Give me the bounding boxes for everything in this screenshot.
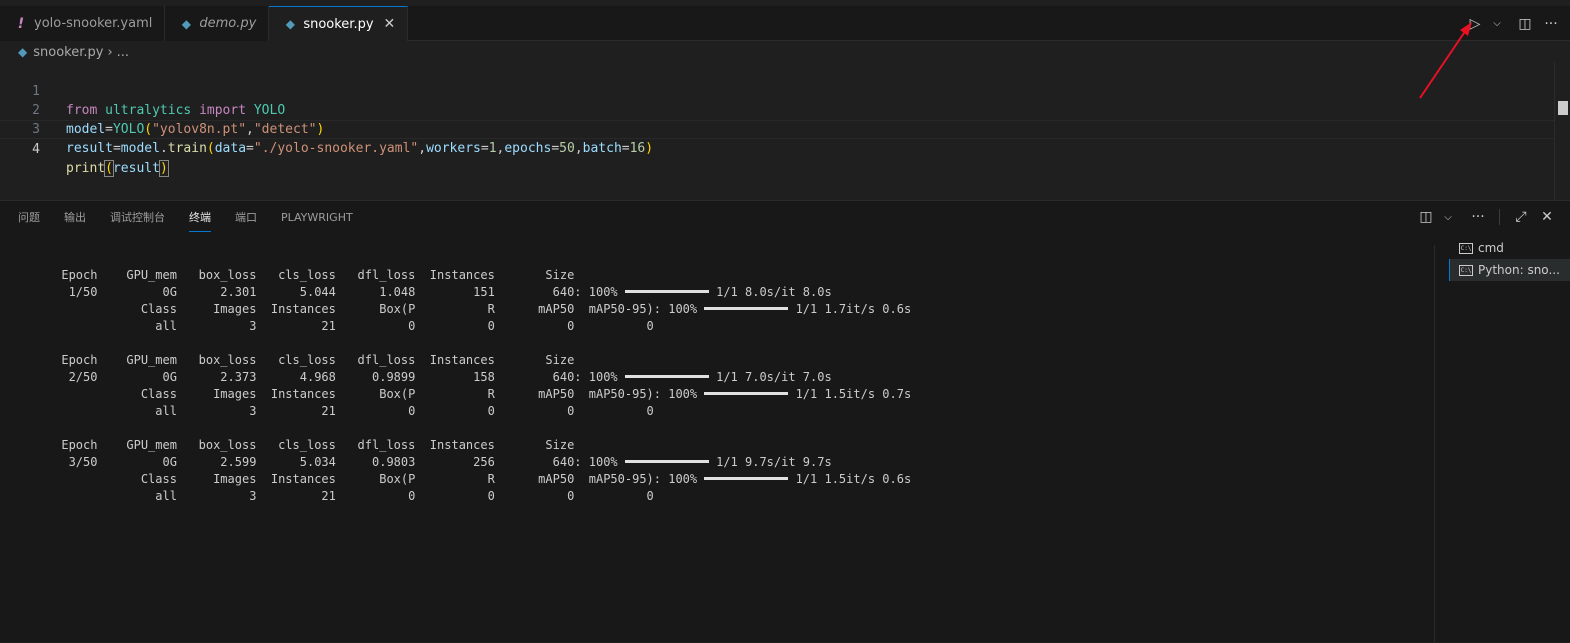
code-line: 1 from ultralytics import YOLO [0,63,1554,118]
chevron-down-icon[interactable]: ⌵ [1443,212,1453,223]
progress-bar [704,307,789,310]
train-row: 2/50 0G 2.373 4.968 0.9899 158 640: 100%… [18,370,832,384]
val-result-row: all 3 21 0 0 0 0 [18,489,654,503]
editor-actions: ▷ ⌵ ◫ ··· [1466,6,1560,41]
progress-bar [704,477,789,480]
more-actions-icon[interactable]: ··· [1542,16,1560,32]
chevron-down-icon[interactable]: ⌵ [1492,18,1502,29]
terminal-session-label: Python: sno... [1478,263,1560,277]
epoch-block: Epoch GPU_mem box_loss cls_loss dfl_loss… [18,437,1418,505]
tab-output[interactable]: 输出 [64,209,86,231]
editor-tab-bar: ! yolo-snooker.yaml ◆ demo.py ◆ snooker.… [0,6,1570,41]
code-editor[interactable]: 1 from ultralytics import YOLO 2 model=Y… [0,62,1554,200]
val-result-row: all 3 21 0 0 0 0 [18,319,654,333]
divider [1499,209,1500,225]
terminal-icon: C:\ [1459,264,1473,276]
split-editor-icon[interactable]: ◫ [1516,16,1534,32]
val-header-row: Class Images Instances Box(P R mAP50 mAP… [18,472,912,486]
editor-tabs: ! yolo-snooker.yaml ◆ demo.py ◆ snooker.… [0,6,409,41]
panel-tabs: 问题 输出 调试控制台 终端 端口 PLAYWRIGHT [18,209,353,232]
val-result-row: all 3 21 0 0 0 0 [18,404,654,418]
code-line: 3 result=model.train(data="./yolo-snooke… [0,101,1554,156]
tab-label: yolo-snooker.yaml [34,16,153,31]
tab-debug-console[interactable]: 调试控制台 [110,209,165,231]
tab-label: snooker.py [303,16,374,32]
epoch-header: Epoch GPU_mem box_loss cls_loss dfl_loss… [18,268,575,282]
breadcrumb-symbols[interactable]: ... [117,45,129,60]
epoch-header: Epoch GPU_mem box_loss cls_loss dfl_loss… [18,438,575,452]
breadcrumb-file[interactable]: snooker.py [33,45,103,60]
terminal-session-list: C:\ cmd C:\ Python: sno... [1449,237,1570,281]
epoch-block: Epoch GPU_mem box_loss cls_loss dfl_loss… [18,352,1418,420]
maximize-icon[interactable]: ⤢ [1512,209,1530,225]
train-row: 1/50 0G 2.301 5.044 1.048 151 640: 100% … [18,285,832,299]
python-file-icon: ◆ [181,16,191,31]
breadcrumb-separator: › [107,44,113,60]
epoch-block: Epoch GPU_mem box_loss cls_loss dfl_loss… [18,267,1418,335]
val-header-row: Class Images Instances Box(P R mAP50 mAP… [18,387,912,401]
python-file-icon: ◆ [18,45,28,59]
code-line: 2 model=YOLO("yolov8n.pt","detect") [0,82,1554,137]
close-icon[interactable]: ✕ [384,16,396,32]
tab-ports[interactable]: 端口 [235,209,257,231]
yaml-file-icon: ! [17,15,25,32]
tab-playwright[interactable]: PLAYWRIGHT [281,209,353,231]
tab-label: demo.py [199,16,257,31]
line-number: 4 [32,142,40,157]
close-icon[interactable]: ✕ [1538,209,1556,225]
terminal-session-python[interactable]: C:\ Python: sno... [1449,259,1570,281]
val-header-row: Class Images Instances Box(P R mAP50 mAP… [18,302,912,316]
layout-icon[interactable]: ◫ [1417,209,1435,225]
epoch-header: Epoch GPU_mem box_loss cls_loss dfl_loss… [18,353,575,367]
breadcrumb: ◆ snooker.py › ... [18,43,129,61]
terminal-session-label: cmd [1478,241,1504,255]
code-line-current: 4 print(result) [0,120,1554,177]
terminal-output[interactable]: Epoch GPU_mem box_loss cls_loss dfl_loss… [18,267,1418,505]
train-row: 3/50 0G 2.599 5.034 0.9803 256 640: 100%… [18,455,832,469]
tab-terminal[interactable]: 终端 [189,209,211,232]
editor-scrollbar[interactable] [1554,62,1570,200]
tab-demo-py[interactable]: ◆ demo.py [165,6,270,41]
terminal-session-cmd[interactable]: C:\ cmd [1449,237,1570,259]
terminal-list-divider[interactable] [1434,245,1435,643]
progress-bar [624,375,709,378]
overview-ruler-marker [1558,101,1568,115]
python-file-icon: ◆ [285,17,295,31]
tab-yolo-snooker-yaml[interactable]: ! yolo-snooker.yaml [0,6,166,41]
progress-bar [624,460,709,463]
progress-bar [624,290,709,293]
progress-bar [704,392,789,395]
bottom-panel: 问题 输出 调试控制台 终端 端口 PLAYWRIGHT ◫ ⌵ ··· ⤢ ✕… [0,200,1570,643]
terminal-icon: C:\ [1459,242,1473,254]
panel-actions: ◫ ⌵ ··· ⤢ ✕ [1417,209,1556,225]
tab-problems[interactable]: 问题 [18,209,40,231]
more-actions-icon[interactable]: ··· [1469,209,1487,225]
tab-snooker-py[interactable]: ◆ snooker.py ✕ [269,6,409,41]
